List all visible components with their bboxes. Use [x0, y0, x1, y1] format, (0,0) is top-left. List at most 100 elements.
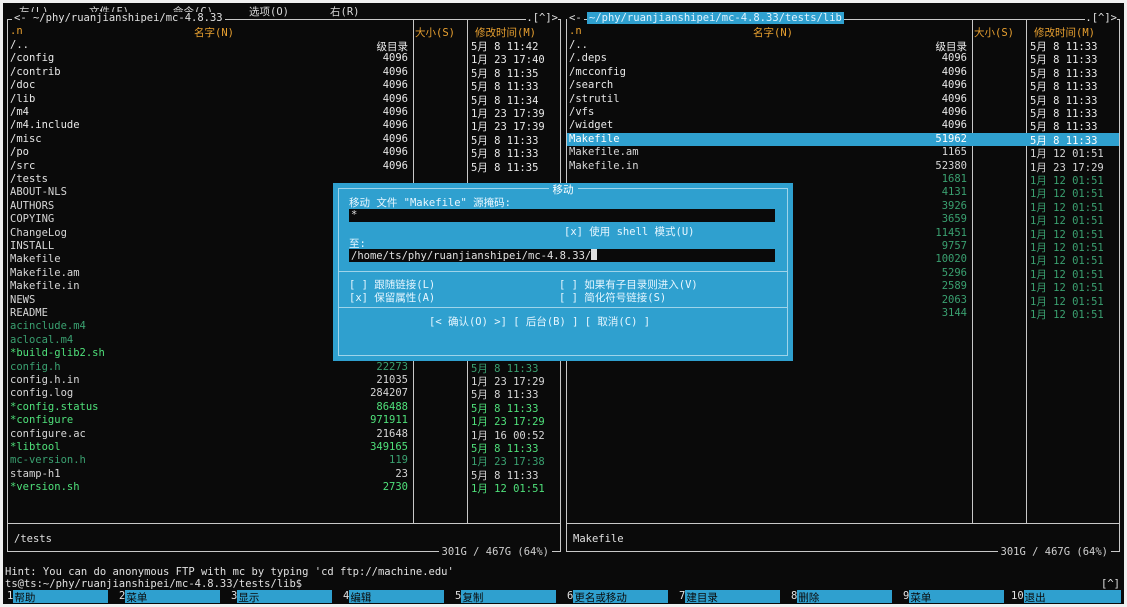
fkey-10-quit[interactable]: 10退出: [1011, 590, 1121, 604]
file-row[interactable]: *config.status 86488 5月 8 11:33: [8, 400, 560, 415]
file-row[interactable]: /doc 4096 5月 8 11:33: [8, 79, 560, 93]
file-size: 23: [395, 467, 408, 480]
file-row[interactable]: Makefile.am 1165 1月 12 01:51: [567, 146, 1119, 160]
file-size: 2730: [382, 481, 408, 494]
preserve-attributes-checkbox[interactable]: [x] 保留属性(A): [349, 290, 435, 305]
mtime-column-header[interactable]: 修改时间(M): [1034, 25, 1095, 40]
file-name: /config: [10, 52, 55, 65]
file-row[interactable]: config.log 284207 5月 8 11:33: [8, 387, 560, 401]
dialog-separator: [339, 271, 787, 272]
file-name: config.h: [10, 360, 61, 373]
file-row[interactable]: *version.sh 2730 1月 12 01:51: [8, 481, 560, 495]
file-size: 4096: [941, 79, 967, 92]
file-row[interactable]: /strutil 4096 5月 8 11:33: [567, 93, 1119, 107]
destination-input[interactable]: /home/ts/phy/ruanjianshipei/mc-4.8.33/: [349, 249, 775, 262]
file-size: 86488: [376, 400, 408, 413]
file-size: 3926: [941, 199, 967, 212]
fkey-9-pulldown[interactable]: 9菜单: [903, 590, 1005, 604]
menu-options[interactable]: 选项(O): [249, 4, 289, 19]
terminal-window: 左(L) 文件(F) 命令(C) 选项(O) 右(R) <- ~/phy/rua…: [3, 3, 1124, 604]
right-panel-title: ~/phy/ruanjianshipei/mc-4.8.33/tests/lib: [587, 12, 844, 24]
name-column-header[interactable]: 名字(N): [194, 25, 234, 40]
file-name: /m4.include: [10, 119, 80, 132]
file-row[interactable]: /vfs 4096 5月 8 11:33: [567, 106, 1119, 120]
fkey-8-delete[interactable]: 8删除: [791, 590, 893, 604]
fkey-6-renmov[interactable]: 6更名或移动: [567, 590, 669, 604]
file-size: 971911: [370, 414, 408, 427]
dialog-buttons[interactable]: [< 确认(O) >] [ 后台(B) ] [ 取消(C) ]: [429, 314, 650, 329]
file-name: *build-glib2.sh: [10, 347, 105, 360]
source-mask-input[interactable]: *: [349, 209, 775, 222]
fkey-2-menu[interactable]: 2菜单: [119, 590, 221, 604]
file-row[interactable]: /search 4096 5月 8 11:33: [567, 79, 1119, 93]
menu-right[interactable]: 右(R): [330, 4, 359, 19]
file-row[interactable]: configure.ac 21648 1月 16 00:52: [8, 427, 560, 442]
fkey-7-mkdir[interactable]: 7建目录: [679, 590, 781, 604]
file-row[interactable]: /.. 级目录 5月 8 11:42: [8, 39, 560, 53]
file-row[interactable]: Makefile 51962 5月 8 11:33: [567, 132, 1119, 147]
file-size: 1165: [941, 146, 967, 159]
stable-symlinks-checkbox[interactable]: [ ] 简化符号链接(S): [559, 290, 666, 305]
file-row[interactable]: /config 4096 1月 23 17:40: [8, 52, 560, 66]
prompt-corner[interactable]: [^]: [1101, 578, 1120, 590]
destination-value: /home/ts/phy/ruanjianshipei/mc-4.8.33/: [351, 250, 592, 262]
file-name: *config.status: [10, 400, 99, 413]
file-row[interactable]: /widget 4096 5月 8 11:33: [567, 119, 1119, 133]
mtime-column-header[interactable]: 修改时间(M): [475, 25, 536, 40]
file-row[interactable]: /.. 级目录 5月 8 11:33: [567, 39, 1119, 53]
file-row[interactable]: /mcconfig 4096 5月 8 11:33: [567, 66, 1119, 80]
right-panel-arrow: <-: [567, 12, 584, 24]
shell-patterns-checkbox[interactable]: [x] 使用 shell 模式(U): [564, 224, 695, 239]
move-dialog: 移动 移动 文件 "Makefile" 源掩码: * [x] 使用 shell …: [333, 183, 793, 361]
right-panel-corner[interactable]: .[^]>: [1085, 12, 1117, 24]
file-size: 2589: [941, 280, 967, 293]
left-panel-title: <- ~/phy/ruanjianshipei/mc-4.8.33: [12, 12, 225, 24]
name-column-header[interactable]: 名字(N): [753, 25, 793, 40]
file-name: NEWS: [10, 293, 36, 306]
file-size: 10020: [935, 253, 967, 266]
file-name: Makefile: [569, 132, 620, 145]
left-free-space: 301G / 467G (64%): [438, 546, 552, 558]
file-row[interactable]: /misc 4096 5月 8 11:33: [8, 132, 560, 147]
file-name: /doc: [10, 79, 36, 92]
fkey-1-help[interactable]: 1帮助: [7, 590, 109, 604]
file-mtime: 1月 12 01:51: [1030, 309, 1104, 321]
file-size: 4096: [382, 146, 408, 159]
left-panel-corner[interactable]: .[^]>: [526, 12, 558, 24]
file-name: ABOUT-NLS: [10, 186, 67, 199]
file-name: stamp-h1: [10, 467, 61, 480]
size-column-header[interactable]: 大小(S): [415, 25, 455, 40]
file-size: 119: [389, 454, 408, 467]
fkey-4-edit[interactable]: 4编辑: [343, 590, 445, 604]
file-row[interactable]: mc-version.h 119 1月 23 17:38: [8, 454, 560, 468]
function-key-bar: 1帮助 2菜单 3显示 4编辑 5复制 6更名或移动 7建目录 8删除 9菜单 …: [3, 590, 1124, 604]
fkey-5-copy[interactable]: 5复制: [455, 590, 557, 604]
file-row[interactable]: /contrib 4096 5月 8 11:35: [8, 65, 560, 80]
file-row[interactable]: stamp-h1 23 5月 8 11:33: [8, 467, 560, 482]
file-row[interactable]: /m4.include 4096 1月 23 17:39: [8, 119, 560, 133]
file-name: /misc: [10, 132, 42, 145]
left-mini-status: /tests: [14, 533, 52, 545]
size-column-header[interactable]: 大小(S): [974, 25, 1014, 40]
file-name: config.h.in: [10, 374, 80, 386]
sort-indicator[interactable]: .n: [569, 25, 582, 37]
file-row[interactable]: /lib 4096 5月 8 11:34: [8, 93, 560, 107]
file-row[interactable]: *configure 971911 1月 23 17:29: [8, 414, 560, 428]
file-name: /.deps: [569, 52, 607, 65]
file-size: 21648: [376, 427, 408, 440]
file-size: 4096: [941, 52, 967, 65]
sort-indicator[interactable]: .n: [10, 25, 23, 37]
file-row[interactable]: /src 4096 5月 8 11:35: [8, 160, 560, 174]
file-row[interactable]: Makefile.in 52380 1月 23 17:29: [567, 160, 1119, 174]
file-row[interactable]: config.h.in 21035 1月 23 17:29: [8, 374, 560, 388]
file-row[interactable]: *libtool 349165 5月 8 11:33: [8, 441, 560, 455]
file-row[interactable]: config.h 22273 5月 8 11:33: [8, 360, 560, 375]
shell-prompt[interactable]: ts@ts:~/phy/ruanjianshipei/mc-4.8.33/tes…: [5, 578, 302, 590]
file-row[interactable]: /.deps 4096 5月 8 11:33: [567, 52, 1119, 66]
file-name: COPYING: [10, 213, 55, 226]
file-size: 11451: [935, 226, 967, 239]
file-row[interactable]: /m4 4096 1月 23 17:39: [8, 106, 560, 120]
fkey-3-view[interactable]: 3显示: [231, 590, 333, 604]
file-row[interactable]: /po 4096 5月 8 11:33: [8, 146, 560, 160]
file-size: 4096: [382, 65, 408, 78]
